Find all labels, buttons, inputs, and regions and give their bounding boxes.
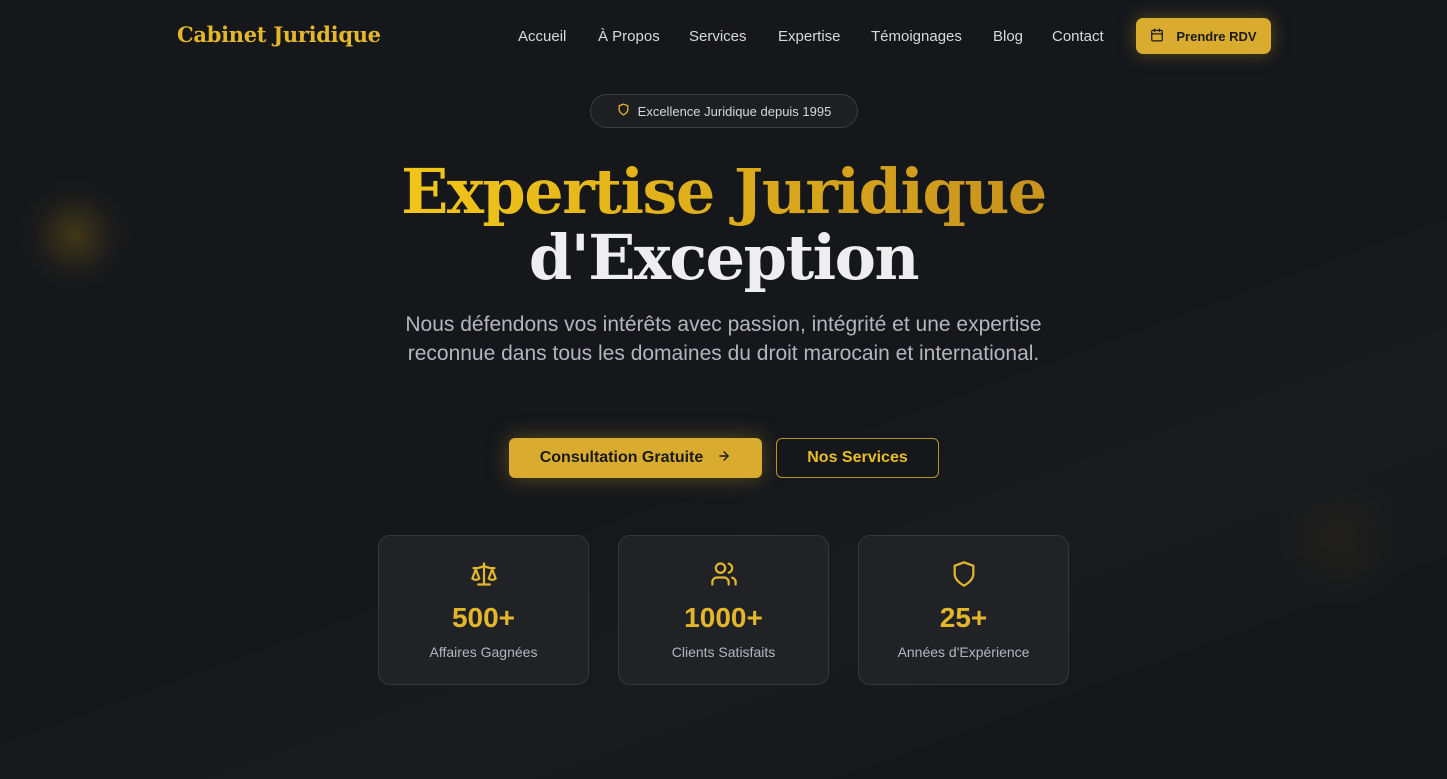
stat-label: Années d'Expérience <box>897 644 1030 660</box>
stat-label: Affaires Gagnées <box>429 644 538 660</box>
top-navigation: Cabinet Juridique Accueil À Propos Servi… <box>0 0 1447 72</box>
arrow-right-icon <box>717 449 731 468</box>
hero-badge-text: Excellence Juridique depuis 1995 <box>637 103 832 119</box>
stat-value: 500+ <box>451 602 516 633</box>
stat-label: Clients Satisfaits <box>671 644 776 660</box>
background-glow <box>1270 470 1410 610</box>
prendre-rdv-button[interactable]: Prendre RDV <box>1136 18 1271 54</box>
calendar-icon <box>1150 28 1164 45</box>
prendre-rdv-label: Prendre RDV <box>1176 28 1257 44</box>
nav-link-temoignages[interactable]: Témoignages <box>871 28 962 45</box>
stat-value: 25+ <box>939 602 988 633</box>
hero-subtitle: Nous défendons vos intérêts avec passion… <box>405 313 1042 365</box>
stat-card-experience: 25+ Années d'Expérience <box>858 535 1069 685</box>
stat-card-clients: 1000+ Clients Satisfaits <box>618 535 829 685</box>
stat-card-affaires: 500+ Affaires Gagnées <box>378 535 589 685</box>
nav-link-expertise[interactable]: Expertise <box>778 28 841 45</box>
nav-link-contact[interactable]: Contact <box>1052 28 1104 45</box>
site-logo[interactable]: Cabinet Juridique <box>177 22 381 47</box>
nav-link-accueil[interactable]: Accueil <box>518 28 566 45</box>
hero-title-line1: Expertise Juridique <box>0 155 1447 228</box>
shield-icon <box>859 560 1068 588</box>
nav-link-blog[interactable]: Blog <box>993 28 1023 45</box>
nos-services-button[interactable]: Nos Services <box>776 438 939 478</box>
stat-value: 1000+ <box>684 602 763 633</box>
nav-link-services[interactable]: Services <box>689 28 747 45</box>
users-icon <box>619 560 828 588</box>
nav-link-a-propos[interactable]: À Propos <box>598 28 660 45</box>
shield-icon <box>617 103 630 119</box>
consultation-gratuite-button[interactable]: Consultation Gratuite <box>509 438 762 478</box>
hero-badge: Excellence Juridique depuis 1995 <box>590 94 858 128</box>
scale-icon <box>379 560 588 588</box>
consultation-gratuite-label: Consultation Gratuite <box>539 449 704 466</box>
hero-title-line2: d'Exception <box>528 221 920 294</box>
